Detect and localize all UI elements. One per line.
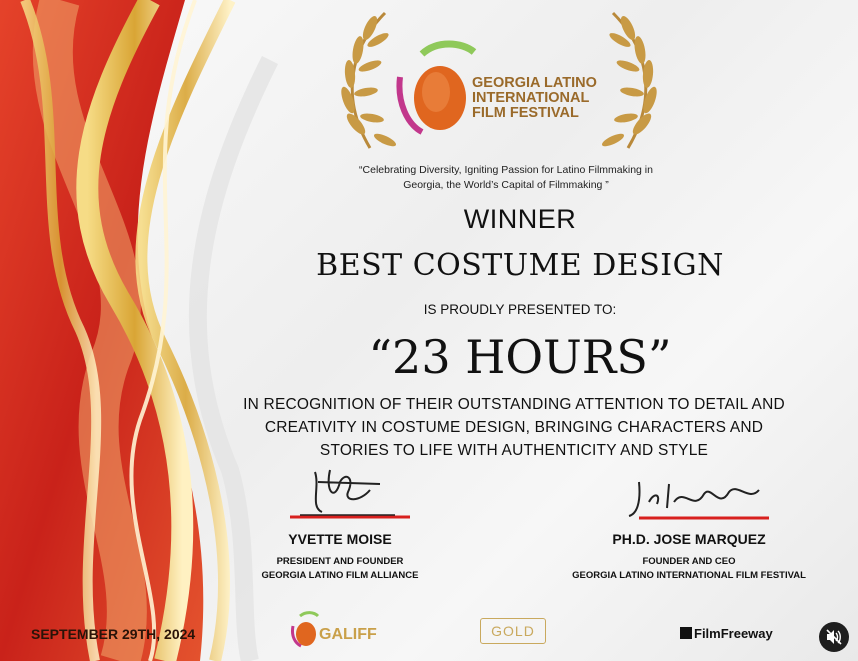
festival-tagline: “Celebrating Diversity, Igniting Passion… [206,163,806,193]
recognition-line: IN RECOGNITION OF THEIR OUTSTANDING ATTE… [243,396,785,413]
role-line: PRESIDENT AND FOUNDER [276,556,404,567]
filmfreeway-logo-text: FilmFreeway [694,626,773,641]
recognition-text: IN RECOGNITION OF THEIR OUTSTANDING ATTE… [214,393,814,462]
award-date: SEPTEMBER 29TH, 2024 [31,626,196,642]
recognition-line: STORIES TO LIFE WITH AUTHENTICITY AND ST… [319,442,709,459]
tagline-line: Georgia, the World’s Capital of Filmmaki… [403,179,609,191]
presented-to-text: IS PROUDLY PRESENTED TO: [423,302,617,317]
festival-name-line: FILM FESTIVAL [472,105,579,121]
filmfreeway-logo: FilmFreeway [680,626,773,641]
festival-name: GEORGIA LATINO INTERNATIONAL FILM FESTIV… [472,76,597,121]
role-line: GEORGIA LATINO INTERNATIONAL FILM FESTIV… [572,570,806,581]
right-laurel-icon [601,11,657,149]
winner-heading: WINNER [463,204,577,234]
signatory-right: PH.D. JOSE MARQUEZ FOUNDER AND CEO GEORG… [564,472,814,583]
speaker-muted-icon [826,629,842,645]
galiff-logo-icon [291,611,320,648]
role-line: FOUNDER AND CEO [642,556,736,567]
tagline-line: “Celebrating Diversity, Igniting Passion… [359,164,653,176]
film-title: “23 HOURS” [368,330,672,384]
signatory-left: YVETTE MOISE PRESIDENT AND FOUNDER GEORG… [240,462,440,583]
filmfreeway-icon [680,627,692,639]
mute-button[interactable] [819,622,849,652]
signatory-role: PRESIDENT AND FOUNDER GEORGIA LATINO FIL… [240,555,440,583]
recognition-line: CREATIVITY IN COSTUME DESIGN, BRINGING C… [264,419,764,436]
signatory-name: YVETTE MOISE [288,531,392,547]
signatory-name: PH.D. JOSE MARQUEZ [612,531,766,547]
festival-name-line: GEORGIA LATINO [472,75,597,91]
signature-image [290,469,410,519]
festival-name-line: INTERNATIONAL [472,90,590,106]
certificate: GEORGIA LATINO INTERNATIONAL FILM FESTIV… [0,0,858,661]
signatory-role: FOUNDER AND CEO GEORGIA LATINO INTERNATI… [564,555,814,583]
award-title: BEST COSTUME DESIGN [316,248,724,283]
galiff-logo: GALIFF [319,626,377,643]
role-line: GEORGIA LATINO FILM ALLIANCE [261,570,419,581]
signature-image [628,481,769,520]
festival-emblem-icon [396,40,477,135]
gold-logo: GOLD [480,618,546,644]
